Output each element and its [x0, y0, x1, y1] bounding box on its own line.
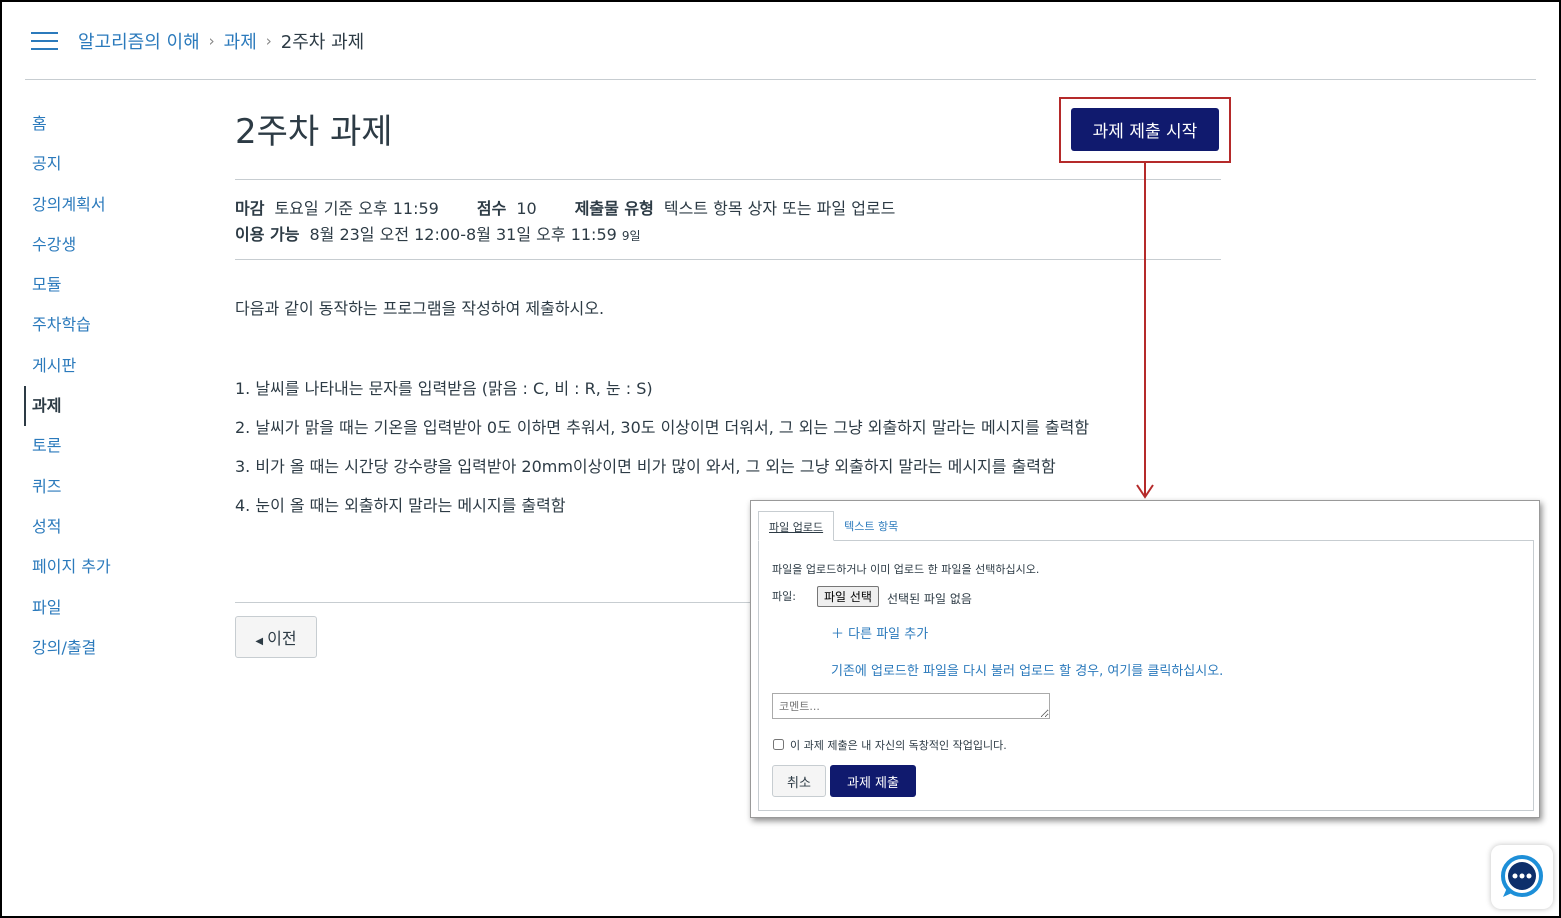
sidebar-item-discussions[interactable]: 토론	[24, 426, 174, 466]
plus-icon: ＋	[831, 627, 845, 642]
upload-instructions: 파일을 업로드하거나 이미 업로드 한 파일을 선택하십시오.	[772, 563, 1040, 576]
file-upload-tab-body: 파일을 업로드하거나 이미 업로드 한 파일을 선택하십시오. 파일: 파일 선…	[758, 540, 1534, 811]
breadcrumb-assignments[interactable]: 과제	[224, 28, 257, 54]
points-label: 점수	[476, 199, 507, 218]
submit-assignment-button[interactable]: 과제 제출	[830, 765, 916, 797]
description-item-2: 2. 날씨가 맑을 때는 기온을 입력받아 0도 이하면 추워서, 30도 이상…	[235, 418, 1090, 437]
sidebar-item-board[interactable]: 게시판	[24, 346, 174, 386]
breadcrumb-course[interactable]: 알고리즘의 이해	[78, 28, 200, 54]
assignment-details-row-1: 마감 토요일 기준 오후 11:59 점수 10 제출물 유형 텍스트 항목 상자 또는 …	[235, 195, 895, 219]
footer-divider	[235, 602, 755, 603]
details-top-divider	[235, 179, 1221, 180]
sidebar-item-announcements[interactable]: 공지	[24, 144, 174, 184]
breadcrumb: 알고리즘의 이해 › 과제 › 2주차 과제	[78, 28, 364, 54]
caret-left-icon: ◀	[255, 636, 264, 647]
sidebar-item-add-page[interactable]: 페이지 추가	[24, 547, 174, 587]
originality-checkbox[interactable]	[773, 739, 784, 750]
originality-label: 이 과제 제출은 내 자신의 독창적인 작업입니다.	[790, 739, 1007, 752]
sidebar-item-quizzes[interactable]: 퀴즈	[24, 467, 174, 507]
choose-file-button[interactable]: 파일 선택	[817, 586, 879, 607]
sidebar-item-grades[interactable]: 성적	[24, 507, 174, 547]
submission-panel: 파일 업로드 텍스트 항목 파일을 업로드하거나 이미 업로드 한 파일을 선택…	[750, 500, 1540, 818]
sidebar-item-syllabus[interactable]: 강의계획서	[24, 185, 174, 225]
add-another-file-label: 다른 파일 추가	[848, 627, 929, 642]
chat-widget-button[interactable]	[1491, 845, 1553, 909]
file-label: 파일:	[772, 590, 796, 603]
sidebar-item-modules[interactable]: 모듈	[24, 265, 174, 305]
previous-label: 이전	[267, 629, 297, 648]
comment-field[interactable]	[772, 693, 1050, 719]
start-submission-button[interactable]: 과제 제출 시작	[1071, 108, 1219, 151]
available-label: 이용 가능	[235, 225, 300, 244]
reupload-link[interactable]: 기존에 업로드한 파일을 다시 불러 업로드 할 경우, 여기를 클릭하십시오.	[831, 660, 1223, 679]
available-days: 9일	[621, 229, 641, 243]
course-navigation: 홈 공지 강의계획서 수강생 모듈 주차학습 게시판 과제 토론 퀴즈 성적 페…	[24, 104, 174, 668]
assignment-details-row-2: 이용 가능 8월 23일 오전 12:00-8월 31일 오후 11:59 9일	[235, 221, 641, 245]
submission-type-value: 텍스트 항목 상자 또는 파일 업로드	[663, 199, 896, 218]
description-item-1: 1. 날씨를 나타내는 문자를 입력받음 (맑음 : C, 비 : R, 눈 :…	[235, 379, 653, 398]
breadcrumb-separator-icon: ›	[265, 32, 272, 50]
header-divider	[25, 79, 1536, 80]
sidebar-item-assignments[interactable]: 과제	[24, 386, 174, 427]
submission-type-label: 제출물 유형	[574, 199, 654, 218]
tab-file-upload[interactable]: 파일 업로드	[758, 511, 835, 541]
breadcrumb-separator-icon: ›	[208, 32, 215, 50]
sidebar-item-people[interactable]: 수강생	[24, 225, 174, 265]
description-item-4: 4. 눈이 올 때는 외출하지 말라는 메시지를 출력함	[235, 496, 566, 515]
due-label: 마감	[235, 199, 265, 218]
description-intro: 다음과 같이 동작하는 프로그램을 작성하여 제출하시오.	[235, 299, 605, 318]
details-bottom-divider	[235, 259, 1221, 260]
sidebar-item-home[interactable]: 홈	[24, 104, 174, 144]
chat-bubble-icon	[1501, 855, 1543, 897]
hamburger-menu-icon[interactable]	[31, 32, 58, 50]
no-file-selected: 선택된 파일 없음	[887, 592, 972, 606]
previous-button[interactable]: ◀ 이전	[235, 616, 317, 658]
due-value: 토요일 기준 오후 11:59	[274, 199, 439, 218]
available-value: 8월 23일 오전 12:00-8월 31일 오후 11:59	[309, 225, 617, 244]
add-another-file-link[interactable]: ＋ 다른 파일 추가	[831, 623, 928, 642]
submission-tabs: 파일 업로드 텍스트 항목	[758, 511, 908, 541]
cancel-button[interactable]: 취소	[772, 765, 826, 797]
tab-text-entry[interactable]: 텍스트 항목	[834, 511, 908, 541]
breadcrumb-current: 2주차 과제	[280, 32, 365, 53]
description-item-3: 3. 비가 올 때는 시간당 강수량을 입력받아 20mm이상이면 비가 많이 …	[235, 457, 1056, 476]
sidebar-item-files[interactable]: 파일	[24, 588, 174, 628]
sidebar-item-weekly[interactable]: 주차학습	[24, 305, 174, 345]
page-title: 2주차 과제	[235, 112, 393, 152]
annotation-arrow	[1136, 163, 1154, 499]
points-value: 10	[516, 199, 537, 218]
sidebar-item-attendance[interactable]: 강의/출결	[24, 628, 174, 668]
